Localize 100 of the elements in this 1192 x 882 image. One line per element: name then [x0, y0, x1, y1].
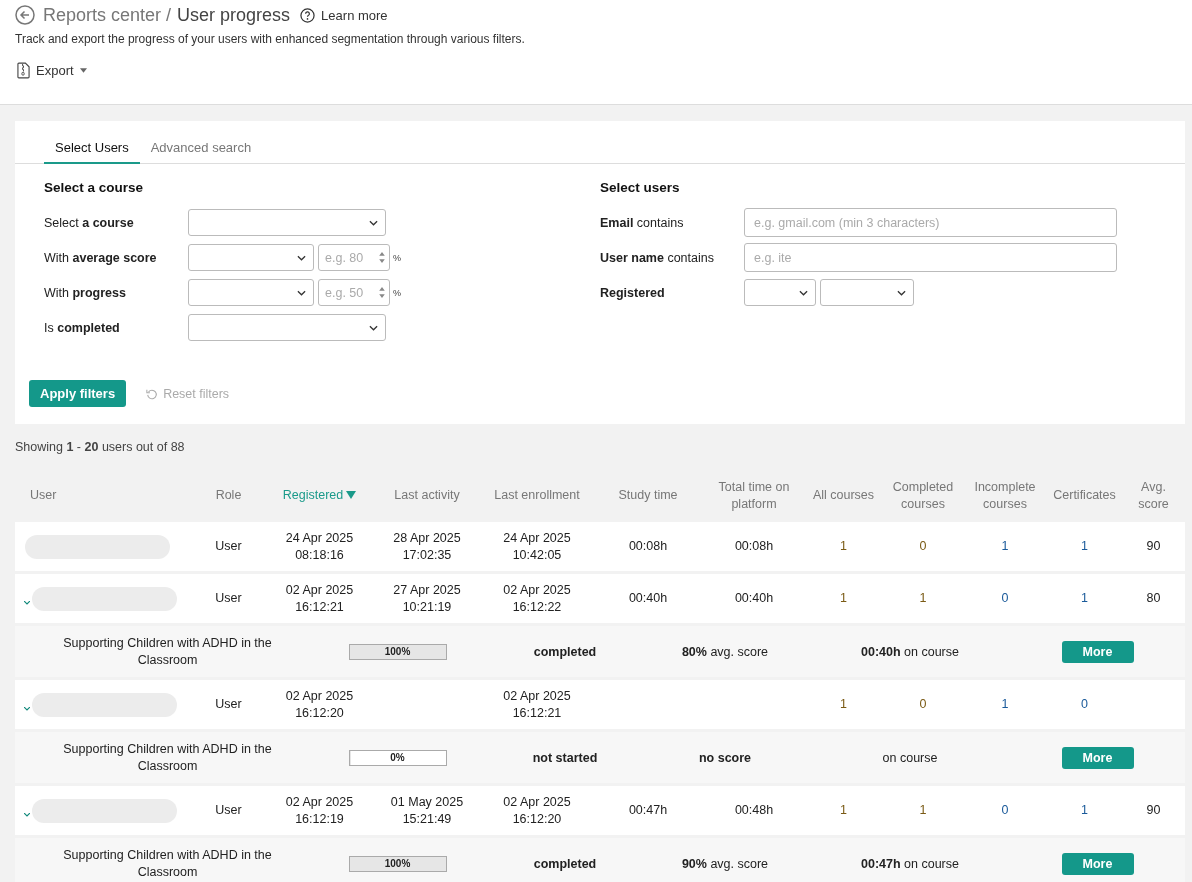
select-field[interactable] [188, 209, 386, 236]
table-cell: 02 Apr 2025 16:12:19 [285, 794, 354, 826]
table-cell: 00:08h [734, 539, 774, 553]
refresh-icon [146, 387, 159, 400]
table-cell[interactable]: 1 [919, 803, 927, 817]
select-field[interactable] [744, 279, 816, 306]
table-cell: 02 Apr 2025 16:12:20 [285, 688, 354, 720]
table-cell[interactable]: 0 [1001, 803, 1009, 817]
time-on-course: 00:47h on course [861, 856, 959, 871]
table-cell: 28 Apr 2025 17:02:35 [393, 530, 461, 562]
number-field[interactable]: e.g. 80 [318, 244, 390, 271]
table-cell[interactable]: 1 [1001, 539, 1009, 553]
progress-bar: 100% [348, 855, 447, 872]
table-cell[interactable]: 1 [1081, 803, 1088, 817]
page-description: Track and export the progress of your users with enhanced segmentation through various filters. [15, 32, 526, 46]
table-cell: 02 Apr 2025 16:12:22 [503, 582, 571, 614]
table-cell: 24 Apr 2025 10:42:05 [503, 530, 571, 562]
table-cell[interactable]: 1 [1081, 591, 1088, 605]
table-cell[interactable]: 1 [840, 697, 847, 711]
page-title: User progress [177, 4, 291, 26]
chevron-down-icon [369, 220, 378, 226]
table-cell: User [215, 803, 242, 817]
column-header[interactable]: Last activity [394, 487, 460, 504]
table-cell[interactable]: 1 [1001, 697, 1009, 711]
spinner-arrows-icon[interactable] [378, 286, 386, 299]
unit-label: % [393, 287, 401, 298]
table-cell: User [215, 591, 242, 605]
table-cell[interactable]: 0 [1001, 591, 1009, 605]
table-cell: 01 May 2025 15:21:49 [390, 794, 464, 826]
course-status: completed [533, 856, 597, 871]
expand-chevron-icon[interactable] [24, 706, 30, 711]
column-header[interactable]: Study time [618, 487, 678, 504]
select-field[interactable] [188, 279, 314, 306]
export-button[interactable]: Export [15, 62, 89, 79]
table-cell: 02 Apr 2025 16:12:21 [285, 582, 354, 614]
table-cell: 00:40h [628, 591, 668, 605]
table-cell[interactable]: 1 [840, 803, 847, 817]
field-label: Select a course [44, 215, 135, 230]
time-on-course: 00:40h on course [861, 644, 959, 659]
progress-bar: 100% [348, 643, 447, 660]
table-cell[interactable]: 1 [840, 539, 847, 553]
section-heading: Select a course [44, 180, 145, 195]
chevron-down-icon [369, 325, 378, 331]
section-heading: Select users [600, 180, 681, 195]
back-icon[interactable] [15, 5, 35, 25]
field-label: With progress [44, 285, 127, 300]
score-text: no score [698, 750, 752, 765]
column-header[interactable]: User [30, 487, 57, 504]
course-status: not started [532, 750, 598, 765]
column-header[interactable]: Total time on platform [710, 478, 798, 513]
tab[interactable]: Advanced search [139, 121, 263, 164]
more-button[interactable]: More [1061, 852, 1134, 875]
table-cell[interactable]: 1 [919, 591, 927, 605]
input-field[interactable]: e.g. ite [744, 243, 1117, 272]
course-name: Supporting Children with ADHD in the Classroom [62, 740, 273, 775]
column-header[interactable]: All courses [812, 487, 875, 504]
select-field[interactable] [188, 244, 314, 271]
chevron-down-icon [799, 290, 808, 296]
table-cell[interactable]: 0 [919, 539, 927, 553]
expand-chevron-icon[interactable] [24, 812, 30, 817]
column-header[interactable]: Completed courses [889, 478, 957, 513]
help-icon[interactable] [300, 7, 316, 23]
table-cell[interactable]: 0 [919, 697, 927, 711]
table-cell: 27 Apr 2025 10:21:19 [393, 582, 461, 614]
select-field[interactable] [188, 314, 386, 341]
column-header[interactable]: Avg. score [1128, 478, 1179, 513]
table-cell[interactable]: 1 [840, 591, 847, 605]
table-cell: User [215, 697, 242, 711]
column-header[interactable]: Last enrollment [494, 487, 580, 504]
field-label: Email contains [600, 215, 685, 230]
more-button[interactable]: More [1061, 746, 1134, 769]
input-field[interactable]: e.g. gmail.com (min 3 characters) [744, 208, 1117, 237]
results-count: Showing 1 - 20 users out of 88 [14, 439, 186, 454]
zip-file-icon [17, 62, 30, 79]
table-cell: 00:47h [628, 803, 668, 817]
table-cell[interactable]: 1 [1081, 539, 1088, 553]
expand-chevron-icon[interactable] [24, 600, 30, 605]
column-header[interactable]: Incomplete courses [969, 478, 1041, 513]
score-text: 90% avg. score [681, 856, 769, 871]
table-cell: 80 [1146, 591, 1161, 605]
table-cell: 24 Apr 2025 08:18:16 [285, 530, 354, 562]
more-button[interactable]: More [1061, 640, 1134, 663]
tab[interactable]: Select Users [44, 121, 140, 164]
score-text: 80% avg. score [681, 644, 769, 659]
table-cell: 00:08h [628, 539, 668, 553]
caret-icon [79, 68, 87, 73]
learn-more-link[interactable]: Learn more [321, 7, 388, 23]
column-header[interactable]: Registered [282, 487, 357, 504]
column-header[interactable]: Certificates [1053, 487, 1116, 504]
table-cell[interactable]: 0 [1081, 697, 1088, 711]
course-name: Supporting Children with ADHD in the Classroom [62, 634, 273, 669]
table-cell: User [215, 539, 242, 553]
apply-filters-button[interactable]: Apply filters [29, 380, 127, 407]
chevron-down-icon [897, 290, 906, 296]
spinner-arrows-icon[interactable] [378, 251, 386, 264]
select-field[interactable] [820, 279, 914, 306]
breadcrumb-link[interactable]: Reports center / [43, 4, 172, 26]
course-status: completed [533, 644, 597, 659]
column-header[interactable]: Role [215, 487, 242, 504]
number-field[interactable]: e.g. 50 [318, 279, 390, 306]
